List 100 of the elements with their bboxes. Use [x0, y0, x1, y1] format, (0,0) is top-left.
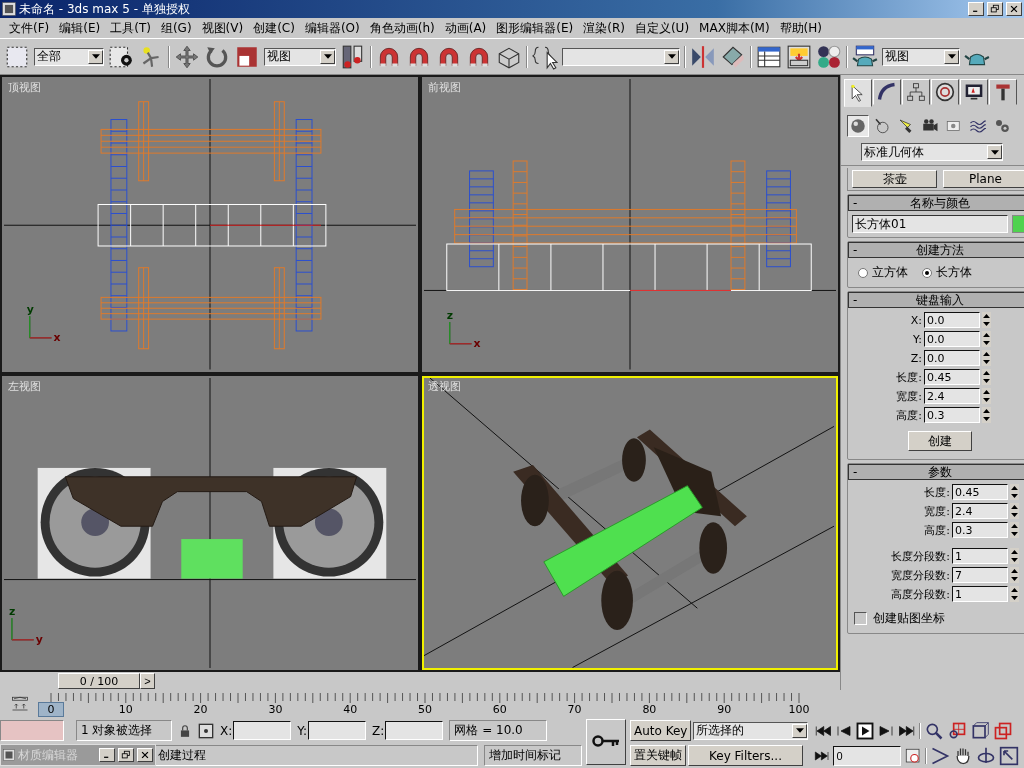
- spinner-arrows-icon[interactable]: [982, 369, 991, 385]
- key-filters-button[interactable]: Key Filters...: [688, 745, 803, 766]
- number-field[interactable]: 0.45: [952, 484, 1008, 500]
- number-field[interactable]: 1: [952, 586, 1008, 602]
- coordinate-field[interactable]: [385, 721, 444, 740]
- spinner-arrows-icon[interactable]: [1010, 586, 1019, 602]
- menu-item[interactable]: 编辑器(O): [299, 19, 365, 37]
- layer-panel-icon[interactable]: [786, 43, 812, 70]
- panel-tab[interactable]: [989, 79, 1017, 105]
- minimize-icon[interactable]: [104, 756, 109, 758]
- restore-button[interactable]: [987, 2, 1003, 16]
- number-field[interactable]: 0.3: [952, 522, 1008, 538]
- spinner-arrows-icon[interactable]: [982, 407, 991, 423]
- menu-item[interactable]: 角色动画(h): [364, 19, 440, 37]
- mirror-icon[interactable]: [690, 43, 716, 70]
- auto-key-button[interactable]: Auto Key: [630, 720, 692, 741]
- close-button[interactable]: [1006, 2, 1022, 16]
- object-type-dropdown[interactable]: 标准几何体: [861, 143, 1003, 161]
- menu-item[interactable]: 动画(A): [439, 19, 492, 37]
- number-field[interactable]: 0.0: [924, 350, 980, 366]
- panel-tab[interactable]: [873, 79, 901, 105]
- spinner-arrows-icon[interactable]: [1010, 522, 1019, 538]
- panel-tab[interactable]: [902, 79, 930, 105]
- checkbox-option[interactable]: 创建贴图坐标: [848, 602, 1024, 629]
- restore-icon[interactable]: [990, 4, 999, 13]
- dropdown-arrow-icon[interactable]: [947, 54, 956, 59]
- track-bar[interactable]: 0 10 20 30 40 50 60 70 80 90 100: [39, 692, 811, 716]
- number-field[interactable]: 0.0: [924, 331, 980, 347]
- number-field[interactable]: 0.3: [924, 407, 980, 423]
- menu-item[interactable]: 视图(V): [196, 19, 249, 37]
- dropdown-arrow-icon[interactable]: [795, 728, 804, 733]
- panel-tab[interactable]: [844, 79, 872, 107]
- time-slider-thumb[interactable]: 0 / 100: [58, 673, 140, 689]
- coordinate-system-dropdown[interactable]: 视图: [264, 47, 336, 66]
- time-slider-track[interactable]: 0 / 100 >: [58, 673, 820, 689]
- menu-item[interactable]: MAX脚本(M): [694, 19, 775, 37]
- spinner-arrows-icon[interactable]: [1010, 484, 1019, 500]
- zoom-extents-icon[interactable]: [970, 720, 991, 741]
- coordinate-field[interactable]: [233, 721, 292, 740]
- menu-item[interactable]: 组(G): [155, 19, 197, 37]
- dropdown-arrow-icon[interactable]: [990, 149, 999, 155]
- named-selection-dropdown[interactable]: [562, 47, 680, 66]
- object-type-button[interactable]: Plane: [943, 170, 1024, 188]
- zoom-extents-all-icon[interactable]: [993, 720, 1014, 741]
- restore-icon[interactable]: [121, 750, 130, 759]
- minimize-icon[interactable]: [973, 10, 978, 12]
- next-frame-button[interactable]: >: [140, 673, 155, 689]
- spinner-arrows-icon[interactable]: [982, 312, 991, 328]
- rollout-header[interactable]: - 创建方法: [848, 242, 1024, 258]
- spinner-arrows-icon[interactable]: [982, 388, 991, 404]
- spinner-arrows-icon[interactable]: [1010, 503, 1019, 519]
- time-tag[interactable]: 增加时间标记: [484, 745, 582, 766]
- render-type-dropdown[interactable]: 视图: [882, 47, 960, 66]
- rollout-header[interactable]: - 参数: [848, 464, 1024, 480]
- move-icon[interactable]: [174, 43, 200, 70]
- play-icon[interactable]: [856, 721, 875, 740]
- maximize-viewport-icon[interactable]: [999, 745, 1020, 766]
- zoom-grid-icon[interactable]: [947, 720, 968, 741]
- spinner-arrows-icon[interactable]: [1010, 567, 1019, 583]
- current-frame-field[interactable]: 0: [833, 745, 902, 766]
- minimize-button[interactable]: [968, 2, 984, 16]
- number-field[interactable]: 0.45: [924, 369, 980, 385]
- panel-tab[interactable]: [931, 79, 959, 105]
- selection-filter-dropdown[interactable]: 全部: [34, 47, 104, 66]
- menu-item[interactable]: 文件(F): [4, 19, 55, 37]
- number-field[interactable]: 2.4: [924, 388, 980, 404]
- menu-item[interactable]: 自定义(U): [629, 19, 695, 37]
- time-configuration-icon[interactable]: [904, 746, 923, 765]
- restore-button[interactable]: [118, 748, 134, 762]
- number-field[interactable]: 7: [952, 567, 1008, 583]
- menu-item[interactable]: 渲染(R): [578, 19, 630, 37]
- menu-item[interactable]: 创建(C): [248, 19, 300, 37]
- transform-mode-icon[interactable]: [198, 722, 214, 739]
- menu-item[interactable]: 编辑(E): [54, 19, 106, 37]
- close-icon[interactable]: [141, 751, 149, 759]
- dropdown-arrow-icon[interactable]: [323, 54, 332, 59]
- rollout-header[interactable]: - 键盘输入: [848, 292, 1024, 308]
- menu-item[interactable]: 帮助(H): [774, 19, 827, 37]
- key-set-dropdown[interactable]: 所选择的: [693, 721, 809, 740]
- create-button[interactable]: 创建: [908, 431, 972, 451]
- menu-item[interactable]: 图形编辑器(E): [491, 19, 579, 37]
- spinner-arrows-icon[interactable]: [982, 331, 991, 347]
- menu-item[interactable]: 工具(T): [105, 19, 156, 37]
- spheres-icon[interactable]: [816, 43, 842, 70]
- coordinate-field[interactable]: [308, 721, 367, 740]
- set-key-mode-button[interactable]: 置关键帧: [630, 745, 686, 766]
- object-type-button[interactable]: 茶壶: [852, 170, 937, 188]
- radio-option[interactable]: 立方体: [858, 264, 908, 281]
- set-key-button[interactable]: [586, 719, 626, 765]
- lock-icon[interactable]: [178, 722, 192, 739]
- close-button[interactable]: [137, 748, 153, 762]
- spinner-arrows-icon[interactable]: [1010, 548, 1019, 564]
- dropdown-arrow-icon[interactable]: [91, 54, 100, 59]
- spinner-arrows-icon[interactable]: [982, 350, 991, 366]
- number-field[interactable]: 2.4: [952, 503, 1008, 519]
- dropdown-arrow-icon[interactable]: [667, 54, 676, 59]
- rollout-header[interactable]: - 名称与颜色: [848, 195, 1024, 211]
- panel-tab[interactable]: [960, 79, 988, 105]
- field-of-view-icon[interactable]: [930, 745, 951, 766]
- number-field[interactable]: 1: [952, 548, 1008, 564]
